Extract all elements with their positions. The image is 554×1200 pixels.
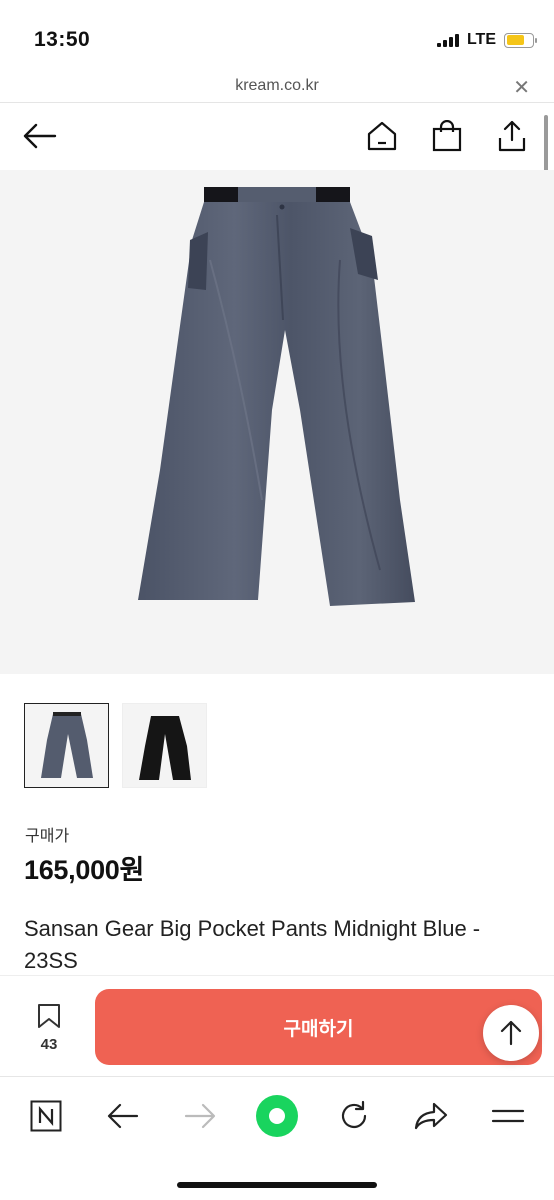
- home-icon[interactable]: [364, 118, 400, 154]
- status-bar: 13:50 LTE: [0, 0, 554, 70]
- green-dot-icon[interactable]: [255, 1094, 299, 1138]
- naver-n-icon[interactable]: [24, 1094, 68, 1138]
- back-icon[interactable]: [101, 1094, 145, 1138]
- buy-button[interactable]: 구매하기: [95, 989, 542, 1065]
- bottom-action-bar: 43 구매하기: [0, 975, 554, 1075]
- share-icon[interactable]: [494, 118, 530, 154]
- thumbnail-black[interactable]: [122, 703, 207, 788]
- shopping-bag-icon[interactable]: [429, 118, 465, 154]
- product-name: Sansan Gear Big Pocket Pants Midnight Bl…: [24, 916, 481, 973]
- product-image[interactable]: [0, 170, 554, 674]
- browser-toolbar: [0, 1076, 554, 1200]
- arrow-up-icon: [500, 1020, 522, 1046]
- top-nav: [0, 104, 554, 170]
- price-label: 구매가: [25, 828, 70, 845]
- status-indicators: LTE: [436, 31, 537, 49]
- close-icon[interactable]: ✕: [513, 75, 530, 100]
- signal-icon: [436, 33, 459, 47]
- status-time: 13:50: [34, 28, 91, 51]
- bookmark-button[interactable]: 43: [24, 1003, 74, 1053]
- forward-icon[interactable]: [178, 1094, 222, 1138]
- thumbnail-midnight-blue[interactable]: [24, 703, 109, 788]
- share-icon[interactable]: [409, 1094, 453, 1138]
- url-text[interactable]: kream.co.kr: [0, 77, 554, 95]
- back-arrow-icon[interactable]: [22, 118, 58, 154]
- network-label: LTE: [466, 31, 496, 48]
- battery-icon: [504, 32, 537, 48]
- price: 165,000원: [24, 855, 145, 885]
- thumbnail-list: [24, 703, 207, 788]
- home-indicator: [177, 1182, 377, 1188]
- bookmark-count: 43: [40, 1036, 58, 1053]
- scroll-to-top-button[interactable]: [483, 1005, 539, 1061]
- menu-icon[interactable]: [486, 1094, 530, 1138]
- refresh-icon[interactable]: [332, 1094, 376, 1138]
- url-bar: kream.co.kr ✕: [0, 70, 554, 103]
- bookmark-icon: [38, 1004, 60, 1028]
